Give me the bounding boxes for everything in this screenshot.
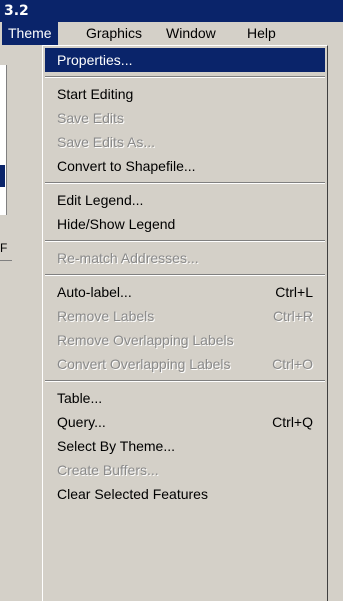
menu-item-properties[interactable]: Properties... <box>45 48 325 72</box>
menu-separator <box>45 76 325 78</box>
menu-item-shortcut: Ctrl+O <box>272 356 313 372</box>
menu-item-label: Save Edits As... <box>57 134 156 150</box>
menu-item-create-buffers: Create Buffers... <box>43 458 327 482</box>
menu-item-select-by-theme[interactable]: Select By Theme... <box>43 434 327 458</box>
menu-separator <box>45 182 325 184</box>
menu-item-label: Save Edits <box>57 110 124 126</box>
menu-item-re-match-addresses: Re-match Addresses... <box>43 246 327 270</box>
menu-window[interactable]: Window <box>160 22 222 45</box>
menu-item-label: Start Editing <box>57 86 134 102</box>
menu-item-shortcut: Ctrl+L <box>275 284 313 300</box>
menu-graphics[interactable]: Graphics <box>80 22 148 45</box>
theme-dropdown-menu: Properties... Start Editing Save Edits Save… <box>42 45 328 601</box>
menu-item-edit-legend[interactable]: Edit Legend... <box>43 188 327 212</box>
menu-item-shortcut: Ctrl+Q <box>272 414 313 430</box>
menu-help[interactable]: Help <box>241 22 282 45</box>
window-title: 3.2 <box>4 3 29 19</box>
menu-item-table[interactable]: Table... <box>43 386 327 410</box>
menu-item-shortcut: Ctrl+R <box>272 308 313 324</box>
menu-separator <box>45 274 325 276</box>
menu-item-hide-show-legend[interactable]: Hide/Show Legend <box>43 212 327 236</box>
menu-item-label: Create Buffers... <box>57 462 159 478</box>
menu-theme[interactable]: Theme <box>2 22 58 45</box>
menu-item-label: Table... <box>57 390 103 406</box>
menu-item-clear-selected-features[interactable]: Clear Selected Features <box>43 482 327 506</box>
menu-item-remove-labels: Remove Labels Ctrl+R <box>43 304 327 328</box>
menu-item-label: Hide/Show Legend <box>57 216 176 232</box>
menu-separator <box>45 240 325 242</box>
menu-item-label: Remove Overlapping Labels <box>57 332 234 348</box>
background-pane <box>0 65 7 215</box>
background-letter: F <box>0 241 8 255</box>
menu-item-label: Convert to Shapefile... <box>57 158 196 174</box>
title-bar: 3.2 <box>0 0 343 22</box>
menu-item-label: Auto-label... <box>57 284 132 300</box>
menu-item-label: Remove Labels <box>57 308 155 324</box>
menu-item-auto-label[interactable]: Auto-label... Ctrl+L <box>43 280 327 304</box>
menu-item-save-edits: Save Edits <box>43 106 327 130</box>
menu-item-label: Re-match Addresses... <box>57 250 199 266</box>
background-window-edge: F <box>0 45 18 601</box>
menu-item-label: Convert Overlapping Labels <box>57 356 231 372</box>
menu-item-label: Properties... <box>57 52 133 68</box>
menu-item-start-editing[interactable]: Start Editing <box>43 82 327 106</box>
background-selection <box>0 165 5 187</box>
menu-item-label: Select By Theme... <box>57 438 176 454</box>
background-divider <box>0 260 12 261</box>
menu-item-label: Query... <box>57 414 106 430</box>
menu-bar: Theme Graphics Window Help <box>0 22 343 45</box>
menu-separator <box>45 380 325 382</box>
menu-item-label: Edit Legend... <box>57 192 144 208</box>
menu-item-convert-to-shapefile[interactable]: Convert to Shapefile... <box>43 154 327 178</box>
menu-item-query[interactable]: Query... Ctrl+Q <box>43 410 327 434</box>
menu-item-label: Clear Selected Features <box>57 486 208 502</box>
menu-item-save-edits-as: Save Edits As... <box>43 130 327 154</box>
menu-item-convert-overlapping-labels: Convert Overlapping Labels Ctrl+O <box>43 352 327 376</box>
menu-item-remove-overlapping-labels: Remove Overlapping Labels <box>43 328 327 352</box>
